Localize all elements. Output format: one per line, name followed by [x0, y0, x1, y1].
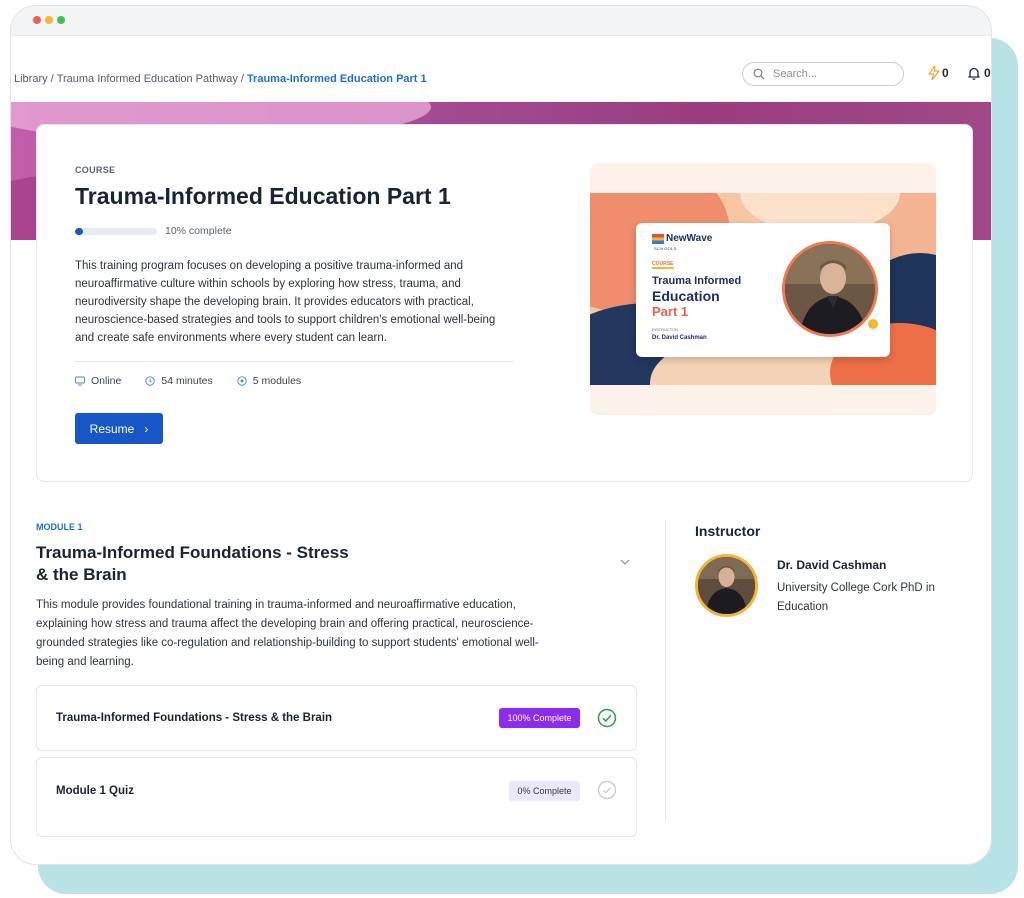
course-description: This training program focuses on develop…	[75, 260, 496, 344]
points-indicator[interactable]: 0	[928, 66, 949, 80]
course-title: Trauma-Informed Education Part 1	[75, 183, 451, 209]
column-divider	[665, 520, 666, 820]
breadcrumb-separator: /	[50, 73, 54, 85]
progress-fill	[75, 227, 84, 235]
lesson-title: Trauma-Informed Foundations - Stress & t…	[56, 712, 333, 724]
minimize-window-dot[interactable]	[45, 16, 53, 24]
module-kicker: MODULE 1	[36, 522, 83, 532]
meta-duration-text: 54 minutes	[161, 375, 213, 387]
notifications-button[interactable]: 0	[967, 66, 991, 80]
resume-button[interactable]: Resume ›	[75, 413, 163, 444]
points-count: 0	[942, 66, 949, 80]
progress-text: 10% complete	[165, 225, 232, 237]
course-thumbnail[interactable]: NewWave SCHOOLS COURSE Trauma Informed E…	[590, 163, 936, 415]
thumbnail-instructor-label: INSTRUCTOR	[652, 327, 679, 332]
logo-subtitle: SCHOOLS	[654, 246, 678, 251]
divider	[75, 361, 513, 362]
breadcrumb-current: Trauma-Informed Education Part 1	[246, 73, 427, 85]
instructor-name: Dr. David Cashman	[777, 558, 887, 572]
browser-window: Library / Trauma Informed Education Pathwa…	[10, 5, 992, 865]
instructor-photo	[782, 241, 878, 337]
avatar	[695, 554, 758, 617]
meta-format-text: Online	[91, 375, 122, 387]
breadcrumb-separator: /	[240, 73, 244, 85]
bell-icon	[968, 67, 980, 80]
breadcrumb: Library / Trauma Informed Education Pathwa…	[14, 73, 427, 85]
search-box[interactable]	[742, 62, 904, 86]
newwave-logo: NewWave	[652, 233, 712, 244]
chevron-down-icon[interactable]	[619, 556, 631, 568]
status-badge: 100% Complete	[499, 708, 580, 728]
meta-duration: 54 minutes	[145, 375, 213, 387]
lesson-row[interactable]: Module 1 Quiz 0% Complete	[36, 757, 637, 837]
meta-format: Online	[75, 375, 121, 387]
top-bar: Library / Trauma Informed Education Pathwa…	[11, 36, 991, 102]
instructor-bio: University College Cork PhD in Education	[777, 582, 935, 613]
search-input[interactable]	[773, 68, 893, 80]
thumbnail-instructor-name: Dr. David Cashman	[652, 335, 707, 341]
meta-modules: 5 modules	[237, 375, 301, 387]
breadcrumb-pathway[interactable]: Trauma Informed Education Pathway	[57, 73, 238, 85]
module-description: This module provides foundational traini…	[36, 599, 539, 668]
course-meta: Online 54 minutes 5 modules	[75, 375, 325, 387]
progress-track	[75, 227, 157, 235]
maximize-window-dot[interactable]	[57, 16, 65, 24]
status-badge: 0% Complete	[509, 781, 580, 801]
chevron-right-icon: ›	[144, 421, 149, 436]
thumbnail-title-line2: Education	[652, 288, 720, 304]
close-window-dot[interactable]	[33, 16, 41, 24]
course-card: COURSE Trauma-Informed Education Part 1 …	[36, 124, 973, 482]
thumbnail-card: NewWave SCHOOLS COURSE Trauma Informed E…	[636, 223, 890, 357]
window-titlebar	[11, 6, 991, 36]
notifications-count: 0	[984, 66, 991, 80]
check-circle-icon	[597, 708, 617, 728]
decorative-dot	[868, 319, 878, 329]
thumbnail-rule	[652, 267, 674, 269]
meta-modules-text: 5 modules	[252, 375, 302, 387]
modules-icon	[237, 376, 247, 386]
breadcrumb-library[interactable]: Library	[14, 73, 48, 85]
lesson-row[interactable]: Trauma-Informed Foundations - Stress & t…	[36, 685, 637, 751]
module-title[interactable]: Trauma-Informed Foundations - Stress & t…	[36, 542, 356, 586]
search-icon	[753, 68, 765, 80]
monitor-icon	[75, 376, 85, 386]
clock-icon	[145, 376, 156, 386]
check-circle-icon	[597, 780, 617, 800]
course-progress: 10% complete	[75, 225, 232, 237]
thumbnail-title-line1: Trauma Informed	[652, 275, 742, 287]
instructor-heading: Instructor	[695, 523, 761, 539]
resume-label: Resume	[89, 421, 135, 436]
course-kicker: COURSE	[75, 165, 116, 175]
lesson-title: Module 1 Quiz	[56, 785, 134, 797]
thumbnail-title-line3: Part 1	[652, 304, 689, 319]
lightning-icon	[928, 66, 940, 80]
